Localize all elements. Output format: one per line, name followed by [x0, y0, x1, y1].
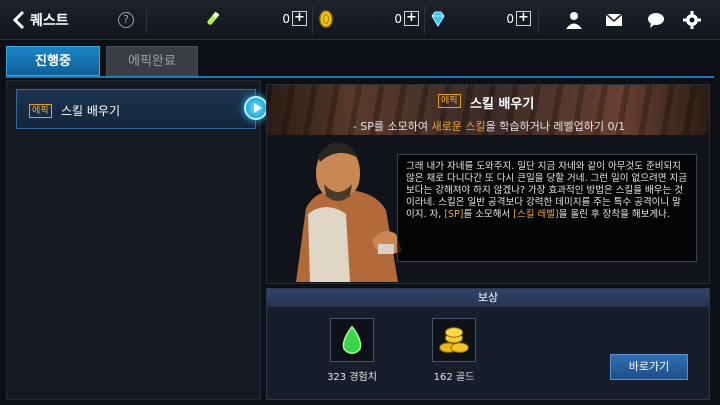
gold-coin-icon	[316, 9, 336, 29]
npc-dialog: 그래 내가 자네를 도와주지. 일단 지금 자네와 같이 아무것도 준비되지 않…	[397, 154, 697, 262]
quest-name: 스킬 배우기	[61, 104, 121, 118]
tab-in-progress[interactable]: 진행중	[6, 46, 100, 76]
divider	[538, 6, 539, 34]
reward-label: 323 경험치	[327, 372, 377, 383]
go-to-button[interactable]: 바로가기	[610, 354, 688, 380]
exp-potion-icon	[330, 318, 374, 362]
gold-coins-icon	[432, 318, 476, 362]
page-title: 퀘스트	[30, 13, 69, 29]
help-icon[interactable]: ?	[118, 12, 134, 28]
add-potion-button[interactable]: +	[292, 11, 307, 26]
diamond-icon	[428, 9, 448, 29]
reward-header: 보상	[267, 289, 709, 307]
tab-underline	[6, 76, 714, 78]
epic-badge: 에픽	[438, 94, 461, 108]
epic-badge: 에픽	[29, 104, 52, 118]
reward-label: 162 골드	[433, 372, 475, 383]
npc-character-icon	[296, 142, 402, 282]
potion-count: 0	[282, 12, 290, 26]
chat-icon[interactable]	[646, 10, 666, 30]
divider	[424, 6, 425, 34]
back-arrow-icon[interactable]	[8, 8, 32, 32]
gear-icon[interactable]	[682, 10, 702, 30]
gold-count: 0	[394, 12, 402, 26]
add-diamond-button[interactable]: +	[516, 11, 531, 26]
play-arrow-icon[interactable]	[244, 96, 268, 120]
divider	[312, 6, 313, 34]
add-gold-button[interactable]: +	[404, 11, 419, 26]
diamond-count: 0	[506, 12, 514, 26]
tab-epic-complete[interactable]: 에픽완료	[106, 46, 198, 76]
divider	[146, 6, 147, 34]
mail-icon[interactable]	[604, 10, 624, 30]
quest-title: 스킬 배우기	[470, 97, 535, 112]
potion-icon	[202, 9, 222, 29]
friends-icon[interactable]	[564, 10, 584, 30]
list-item[interactable]: 에픽 스킬 배우기	[16, 89, 256, 129]
